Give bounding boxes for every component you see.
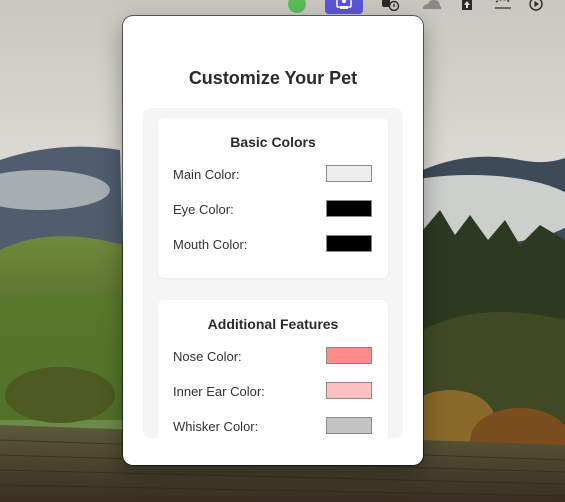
play-icon[interactable] [527,0,545,14]
activity-monitor-icon[interactable] [378,0,402,14]
eye-color-well[interactable] [326,200,372,217]
inner-ear-color-label: Inner Ear Color: [173,384,265,399]
mouth-color-label: Mouth Color: [173,237,248,252]
cloud-icon[interactable] [420,0,444,14]
whisker-color-row: Whisker Color: [173,416,372,436]
customize-pet-popover: Customize Your Pet Basic Colors Main Col… [123,16,423,465]
settings-scroll-area[interactable]: Basic Colors Main Color: Eye Color: Mout… [143,108,403,438]
file-upload-icon[interactable] [457,0,477,14]
mouth-color-row: Mouth Color: [173,234,372,254]
main-color-label: Main Color: [173,167,240,182]
eye-color-label: Eye Color: [173,202,234,217]
section-title: Basic Colors [230,134,316,150]
inner-ear-color-row: Inner Ear Color: [173,381,372,401]
inner-ear-color-well[interactable] [326,382,372,399]
nose-color-well[interactable] [326,347,372,364]
popover-title: Customize Your Pet [188,68,358,88]
basic-colors-section: Basic Colors Main Color: Eye Color: Mout… [158,118,388,278]
status-green-dot-icon[interactable] [288,0,306,14]
whisker-color-label: Whisker Color: [173,419,259,434]
additional-features-section: Additional Features Nose Color: Inner Ea… [158,300,388,438]
nose-color-label: Nose Color: [173,349,242,364]
pet-app-icon[interactable] [325,0,363,14]
nose-color-row: Nose Color: [173,346,372,366]
mouth-color-well[interactable] [326,235,372,252]
eye-color-row: Eye Color: [173,199,372,219]
section-title: Additional Features [207,316,339,332]
main-color-well[interactable] [326,165,372,182]
menu-bar [0,0,565,14]
main-color-row: Main Color: [173,164,372,184]
whisker-color-well[interactable] [326,417,372,434]
wifi-dots-icon[interactable] [492,0,514,14]
